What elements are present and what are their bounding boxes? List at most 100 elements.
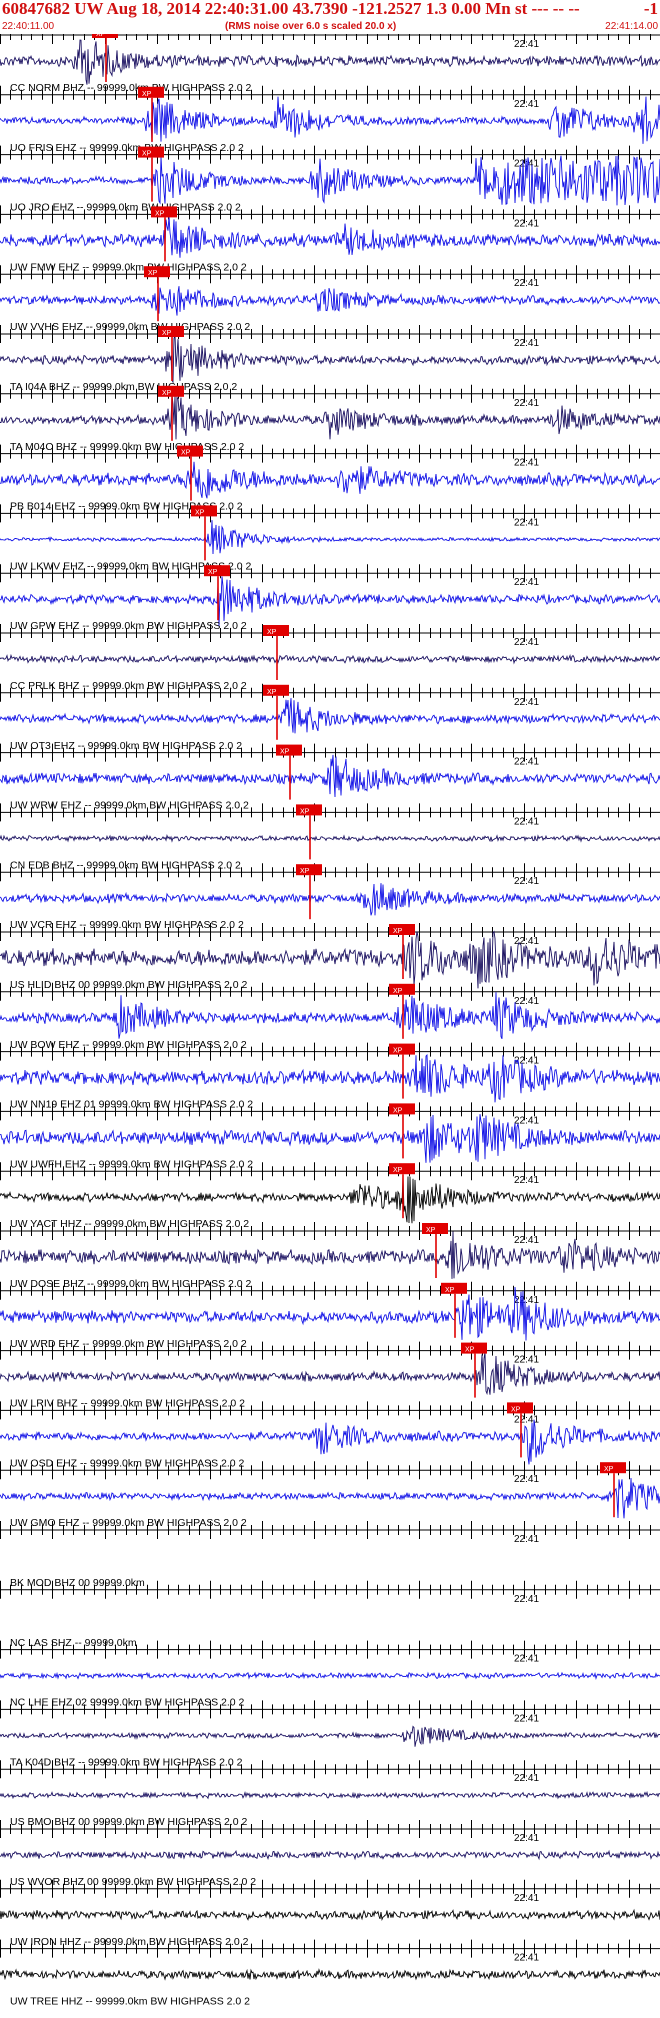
minute-tick-label: 22:41	[514, 1534, 539, 1545]
waveform	[0, 576, 660, 627]
waveform	[0, 1849, 660, 1861]
minute-tick-label: 22:41	[514, 517, 539, 528]
minute-tick-label: 22:41	[514, 1833, 539, 1844]
waveform	[0, 1790, 660, 1800]
minute-tick-label: 22:41	[514, 637, 539, 648]
station-label: UW WRD EHZ -- 99999.0km BW HIGHPASS 2.0 …	[10, 1338, 247, 1350]
event-title-tail: -1	[643, 0, 658, 18]
trace-row: 22:41UW LKWV EHZ -- 99999.0km BW HIGHPAS…	[0, 504, 660, 572]
waveform	[0, 698, 660, 734]
pick-label: XP	[300, 808, 310, 815]
trace-row: 22:41UW OT3 EHZ -- 99999.0km BW HIGHPASS…	[0, 683, 660, 752]
station-label: CC PRLK BHZ -- 99999.0km BW HIGHPASS 2.0…	[10, 680, 247, 692]
minute-tick-label: 22:41	[514, 1414, 539, 1425]
station-label: TA M04C BHZ -- 99999.0km BW HIGHPASS 2.0…	[10, 441, 244, 453]
station-label: BK MOD BHZ 00 99999.0km	[10, 1577, 145, 1589]
pick-label: XP	[162, 390, 172, 397]
minute-tick-label: 22:41	[514, 697, 539, 708]
waveform	[0, 1175, 660, 1224]
pick-label: XP	[393, 1107, 403, 1114]
station-label: CN EDB BHZ -- 99999.0km BW HIGHPASS 2.0 …	[10, 859, 241, 871]
station-label: UW DOSE BHZ -- 99999.0km BW HIGHPASS 2.0…	[10, 1278, 252, 1290]
minute-tick-label: 22:41	[514, 1773, 539, 1784]
pick-label: XP	[142, 91, 152, 98]
window-end-time: 22:41:14.00	[605, 21, 658, 32]
trace-row: 22:41US HLID BHZ 00 99999.0km BW HIGHPAS…	[0, 923, 660, 991]
trace-row: 22:41 UW GMO EHZ -- 99999.0km BW HIGHPASS…	[0, 1461, 660, 1529]
trace-row: 22:41 UW OSD EHZ -- 99999.0km BW HIGHPASS…	[0, 1401, 660, 1469]
waveform	[0, 1908, 660, 1922]
station-label: US HLID BHZ 00 99999.0km BW HIGHPASS 2.0…	[10, 979, 247, 991]
pick-label: XP	[465, 1347, 475, 1354]
rms-noise-note: (RMS noise over 6.0 s scaled 20.0 x)	[225, 21, 397, 32]
minute-tick-label: 22:41	[514, 577, 539, 588]
station-label: UO JRO EHZ -- 99999.0km BW HIGHPASS 2.0 …	[10, 202, 241, 214]
waveform	[0, 395, 660, 440]
pick-label: XP	[393, 1167, 403, 1174]
trace-row: 22:41UW VCR EHZ -- 99999.0km BW HIGHPASS…	[0, 863, 660, 931]
station-label: UW UWFH EHZ -- 99999.0km BW HIGHPASS 2.0…	[10, 1158, 253, 1170]
trace-row: 22:41 UW DOSE BHZ -- 99999.0km BW HIGHPAS…	[0, 1222, 660, 1290]
waveform	[0, 653, 660, 665]
trace-row: 22:41 TA M04C BHZ -- 99999.0km BW HIGHPAS…	[0, 384, 660, 453]
minute-tick-label: 22:41	[514, 1175, 539, 1186]
station-label: UW WRW EHZ -- 99999.0km BW HIGHPASS 2.0 …	[10, 800, 249, 812]
pick-label: XP	[604, 1466, 614, 1473]
minute-tick-label: 22:41	[514, 1594, 539, 1605]
pick-label: XP	[393, 1048, 403, 1055]
pick-label: XP	[300, 868, 310, 875]
trace-row: 22:41PB B014 EHZ -- 99999.0km BW HIGHPAS…	[0, 444, 660, 513]
trace-row: 22:41 UW WRW EHZ -- 99999.0km BW HIGHPASS…	[0, 743, 660, 812]
trace-row: 22:41UW WRD EHZ -- 99999.0km BW HIGHPASS…	[0, 1281, 660, 1350]
trace-row: 22:41 UW FMW EHZ -- 99999.0km BW HIGHPASS…	[0, 205, 660, 273]
waveform	[0, 461, 660, 499]
waveform	[0, 39, 660, 85]
waveform	[0, 1114, 660, 1163]
waveform	[0, 155, 660, 206]
pick-label: XP	[426, 1227, 436, 1234]
minute-tick-label: 22:41	[514, 39, 539, 50]
minute-tick-label: 22:41	[514, 1355, 539, 1366]
waveform	[0, 96, 660, 144]
minute-tick-label: 22:41	[514, 816, 539, 827]
pick-label: XP	[267, 689, 277, 696]
minute-tick-label: 22:41	[514, 1474, 539, 1485]
station-label: UW IRON HHZ -- 99999.0km BW HIGHPASS 2.0…	[10, 1936, 249, 1948]
waveform	[0, 834, 660, 843]
station-label: UW TREE HHZ -- 99999.0km BW HIGHPASS 2.0…	[10, 1996, 250, 2008]
pick-label: XP	[195, 509, 205, 516]
minute-tick-label: 22:41	[514, 99, 539, 110]
waveform	[0, 1231, 660, 1279]
pick-label: XP	[162, 330, 172, 337]
station-label: UW GPW EHZ -- 99999.0km BW HIGHPASS 2.0 …	[10, 620, 247, 632]
pick-label: XP	[148, 270, 158, 277]
station-label: UW FMW EHZ -- 99999.0km BW HIGHPASS 2.0 …	[10, 261, 247, 273]
pick-label: XP	[267, 629, 277, 636]
window-start-time: 22:40:11.00	[2, 21, 55, 32]
trace-row: 22:41 BK MOD BHZ 00 99999.0km	[0, 1521, 660, 1589]
trace-row: 22:41 CC NORM BHZ -- 99999.0km BW HIGHPAS…	[0, 34, 660, 94]
trace-row: 22:41 US WVOR BHZ 00 99999.0km BW HIGHPAS…	[0, 1820, 660, 1888]
trace-row: 22:41 UW BOW EHZ -- 99999.0km BW HIGHPASS…	[0, 982, 660, 1051]
trace-row: 22:41 UW TREE HHZ -- 99999.0km BW HIGHPAS…	[0, 1939, 660, 2008]
waveform	[0, 286, 660, 316]
minute-tick-label: 22:41	[514, 1713, 539, 1724]
station-label: UW BOW EHZ -- 99999.0km BW HIGHPASS 2.0 …	[10, 1039, 247, 1051]
waveform	[0, 1352, 660, 1396]
trace-row: 22:41 US BMO BHZ 00 99999.0km BW HIGHPASS…	[0, 1760, 660, 1828]
trace-row: 22:41NC LAS SHZ -- 99999.0km	[0, 1580, 660, 1649]
station-label: US BMO BHZ 00 99999.0km BW HIGHPASS 2.0 …	[10, 1816, 247, 1828]
pick-label: XP	[208, 569, 218, 576]
pick-label: XP	[445, 1287, 455, 1294]
minute-tick-label: 22:41	[514, 996, 539, 1007]
station-label: UW LRIV BHZ -- 99999.0km BW HIGHPASS 2.0…	[10, 1398, 245, 1410]
trace-row: 22:41 NC LHE EHZ 02 99999.0km BW HIGHPASS…	[0, 1640, 660, 1709]
pick-label: XP	[511, 1406, 521, 1413]
waveform	[0, 216, 660, 258]
waveform	[0, 1054, 660, 1103]
minute-tick-label: 22:41	[514, 278, 539, 289]
station-label: NC LHE EHZ 02 99999.0km BW HIGHPASS 2.0 …	[10, 1697, 245, 1709]
minute-tick-label: 22:41	[514, 1953, 539, 1964]
trace-row: 22:41 UW YACT HHZ -- 99999.0km BW HIGHPAS…	[0, 1162, 660, 1230]
minute-tick-label: 22:41	[514, 218, 539, 229]
